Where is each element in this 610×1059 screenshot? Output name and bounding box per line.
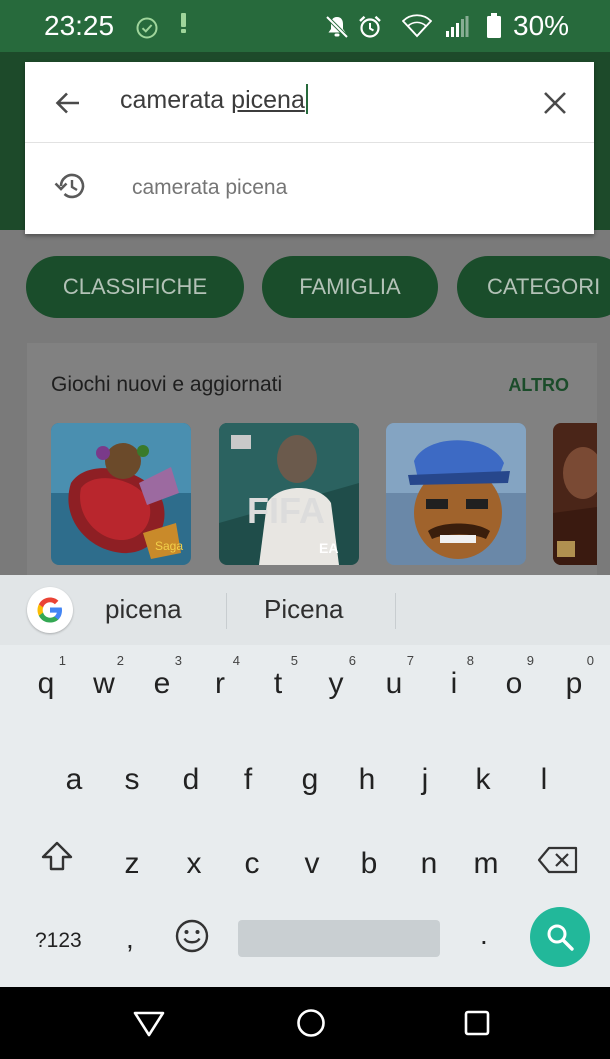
suggestion-divider [395,593,396,629]
text-cursor [305,84,308,114]
alarm-icon [357,14,383,45]
key-u[interactable]: u7 [366,645,422,725]
status-time: 23:25 [44,10,115,41]
nav-home-icon[interactable] [295,1007,327,1044]
search-icon [547,924,574,951]
key-q[interactable]: q1 [18,645,74,725]
wrestling-icon[interactable] [553,423,597,565]
keyboard-suggestion[interactable]: picena [105,594,182,625]
check-circle-icon [136,17,158,44]
key-y[interactable]: y6 [308,645,364,725]
comma-key[interactable]: , [126,923,134,955]
key-b[interactable]: b [341,825,397,905]
clash-character-icon[interactable] [386,423,526,565]
new-games-card: Giochi nuovi e aggiornati ALTRO Saga FIF… [27,343,597,575]
history-suggestion[interactable]: camerata picena [132,176,287,200]
key-c[interactable]: c [224,825,280,905]
more-link[interactable]: ALTRO [508,375,569,396]
symbols-key[interactable]: ?123 [35,929,82,953]
key-a[interactable]: a [46,741,102,821]
svg-text:Saga: Saga [155,539,183,553]
period-key[interactable]: . [480,919,488,951]
chip-categorie[interactable]: CATEGORI [457,256,610,318]
candy-crush-icon[interactable]: Saga [51,423,191,565]
navigation-bar [0,987,610,1059]
section-title: Giochi nuovi e aggiornati [51,373,283,396]
shift-icon[interactable] [40,840,74,877]
battery-icon [486,13,502,44]
key-g[interactable]: g [282,741,338,821]
key-s[interactable]: s [104,741,160,821]
key-d[interactable]: d [163,741,219,821]
svg-text:FIFA: FIFA [247,490,325,531]
keyboard: picena Picena q1 w2 e3 r4 t5 y6 u7 i8 o9… [0,575,610,987]
key-m[interactable]: m [458,825,514,905]
search-input[interactable]: camerata picena [120,84,308,115]
key-h[interactable]: h [339,741,395,821]
google-icon[interactable] [27,587,73,633]
svg-text:EA: EA [319,540,338,556]
key-r[interactable]: r4 [192,645,248,725]
key-z[interactable]: z [104,825,160,905]
key-t[interactable]: t5 [250,645,306,725]
search-query-prefix: camerata [120,86,232,114]
history-icon [53,171,87,206]
arrow-back-icon[interactable] [53,88,83,123]
key-k[interactable]: k [455,741,511,821]
close-icon[interactable] [542,90,568,121]
search-key[interactable] [530,907,590,967]
keyboard-suggestion[interactable]: Picena [264,594,344,625]
signal-icon [445,16,469,43]
key-i[interactable]: i8 [426,645,482,725]
mute-icon [324,14,350,45]
backspace-icon[interactable] [537,846,579,879]
key-p[interactable]: p0 [546,645,602,725]
key-e[interactable]: e3 [134,645,190,725]
nav-back-icon[interactable] [132,1010,166,1043]
fifa-icon[interactable]: FIFA EA [219,423,359,565]
notification-alert-icon [181,13,186,33]
wifi-icon [401,14,433,43]
search-query-composing: picena [231,86,305,114]
emoji-icon[interactable] [174,918,210,959]
key-v[interactable]: v [284,825,340,905]
key-o[interactable]: o9 [486,645,542,725]
key-j[interactable]: j [397,741,453,821]
key-f[interactable]: f [220,741,276,821]
key-x[interactable]: x [166,825,222,905]
key-l[interactable]: l [516,741,572,821]
space-key[interactable] [238,920,440,957]
suggestion-divider [226,593,227,629]
suggestion-strip: picena Picena [0,575,610,645]
nav-recents-icon[interactable] [463,1009,491,1042]
chip-famiglia[interactable]: FAMIGLIA [262,256,438,318]
chip-classifiche[interactable]: CLASSIFICHE [26,256,244,318]
battery-percent: 30% [513,10,570,41]
key-w[interactable]: w2 [76,645,132,725]
status-bar: 23:25 30% [0,0,610,52]
key-n[interactable]: n [401,825,457,905]
divider [25,142,594,143]
search-panel: camerata picena camerata picena [25,62,594,234]
